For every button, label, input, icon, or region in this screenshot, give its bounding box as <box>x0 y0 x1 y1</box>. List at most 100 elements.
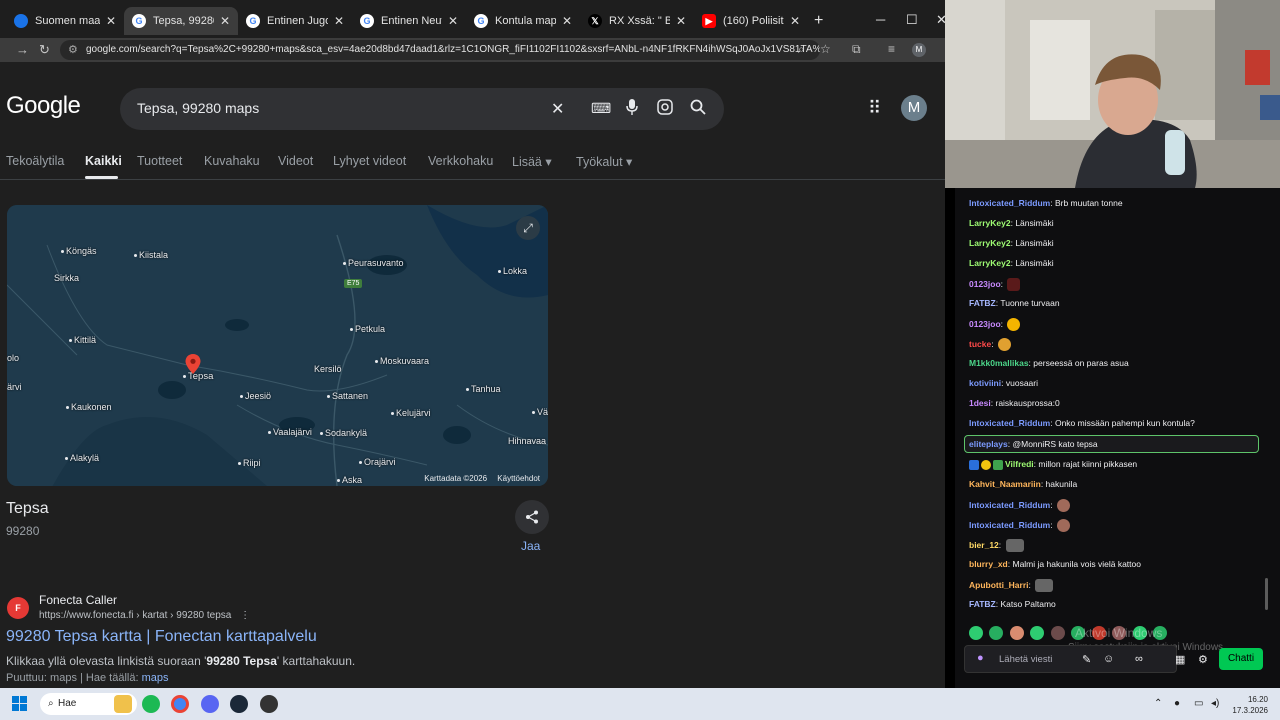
share-button[interactable] <box>515 500 549 534</box>
emote-icon[interactable] <box>969 625 983 640</box>
discord-icon[interactable] <box>201 695 219 713</box>
close-tab-icon[interactable]: ✕ <box>106 14 116 28</box>
close-tab-icon[interactable]: ✕ <box>334 14 344 28</box>
obs-icon[interactable] <box>260 695 278 713</box>
chat-username[interactable]: Vilfredi <box>1005 459 1034 469</box>
lens-icon[interactable] <box>657 99 673 120</box>
minimize-icon[interactable]: ─ <box>876 12 885 27</box>
chat-username[interactable]: Kahvit_Naamariin <box>969 479 1041 489</box>
bookmark-star-icon[interactable]: ☆ <box>820 42 831 56</box>
chat-username[interactable]: Intoxicated_Riddum <box>969 198 1050 208</box>
result-url[interactable]: https://www.fonecta.fi › kartat › 99280 … <box>39 610 250 621</box>
microphone-icon[interactable]: ● <box>977 652 984 664</box>
media-icon[interactable]: ≡ <box>888 42 895 56</box>
search-input[interactable]: Tepsa, 99280 maps <box>137 100 259 116</box>
chat-username[interactable]: Intoxicated_Riddum <box>969 500 1050 510</box>
maximize-icon[interactable]: ☐ <box>906 12 918 28</box>
map-pin-icon[interactable] <box>185 354 201 374</box>
emote-icon[interactable] <box>1009 625 1024 640</box>
chat-username[interactable]: LarryKey2 <box>969 258 1011 268</box>
extensions-icon[interactable]: ⧉ <box>852 42 861 57</box>
map-widget[interactable]: Köngäs Kiistala Peurasuvanto Lokka Sirkk… <box>7 205 548 486</box>
tab-all[interactable]: Kaikki <box>85 154 122 168</box>
bits-icon[interactable]: ∞ <box>1135 653 1143 665</box>
windows-start-icon[interactable] <box>12 696 28 712</box>
map-terms-link[interactable]: Käyttöehdot <box>497 474 540 483</box>
browser-tab[interactable]: Suomen maahanmu ✕ <box>6 7 124 35</box>
steam-icon[interactable] <box>230 695 248 713</box>
zoom-icon[interactable]: ⌕ <box>798 42 805 57</box>
volume-icon[interactable]: ◂) <box>1211 698 1219 709</box>
result-title-link[interactable]: 99280 Tepsa kartta | Fonectan karttapalv… <box>6 628 317 646</box>
keyboard-icon[interactable]: ⌨ <box>591 100 611 117</box>
browser-tab[interactable]: G Kontula maps - Go ✕ <box>466 7 580 35</box>
settings-gear-icon[interactable]: ⚙ <box>1198 653 1208 666</box>
search-box[interactable]: Tepsa, 99280 maps ✕ ⌨ <box>120 88 724 130</box>
browser-tab[interactable]: G Entinen Jugoslavia ✕ <box>238 7 352 35</box>
system-clock[interactable]: 16.20 17.3.2026 <box>1230 694 1268 716</box>
tray-chevron-icon[interactable]: ⌃ <box>1154 698 1162 709</box>
more-vert-icon[interactable]: ⋮ <box>240 610 250 621</box>
share-label[interactable]: Jaa <box>521 539 540 553</box>
expand-map-icon[interactable]: ⤢ <box>516 216 540 240</box>
emote-icon[interactable] <box>1050 625 1065 640</box>
tray-mic-icon[interactable]: ● <box>1174 698 1180 709</box>
chat-scrollbar[interactable] <box>1265 578 1268 610</box>
browser-tab-active[interactable]: G Tepsa, 99280 map ✕ <box>124 7 238 35</box>
search-instead-link[interactable]: maps <box>142 672 169 684</box>
spotify-icon[interactable] <box>142 695 160 713</box>
chat-username[interactable]: tucke <box>969 339 991 349</box>
new-tab-button[interactable]: + <box>814 12 823 30</box>
search-icon[interactable] <box>690 99 706 120</box>
close-tab-icon[interactable]: ✕ <box>676 14 686 28</box>
browser-tab[interactable]: G Entinen Neuvostol ✕ <box>352 7 466 35</box>
emoji-icon[interactable]: ☺ <box>1103 653 1114 665</box>
close-tab-icon[interactable]: ✕ <box>790 14 800 28</box>
chrome-icon[interactable] <box>171 695 189 713</box>
chat-username[interactable]: 0123joo <box>969 319 1001 329</box>
chat-username[interactable]: LarryKey2 <box>969 238 1011 248</box>
emote-icon[interactable] <box>1030 625 1045 640</box>
tab-more[interactable]: Lisää ▾ <box>512 154 552 169</box>
chat-username[interactable]: eliteplays <box>969 439 1008 449</box>
tab-ai-mode[interactable]: Tekoälytila <box>6 154 64 168</box>
browser-tab[interactable]: 𝕏 RX Xssä: " BREA ✕ <box>580 7 694 35</box>
chat-username[interactable]: 0123joo <box>969 279 1001 289</box>
chat-username[interactable]: Apubotti_Harri <box>969 580 1029 590</box>
file-explorer-icon[interactable] <box>114 695 132 713</box>
forward-icon[interactable]: → <box>16 42 29 57</box>
chat-username[interactable]: Intoxicated_Riddum <box>969 520 1050 530</box>
close-tab-icon[interactable]: ✕ <box>448 14 458 28</box>
chat-username[interactable]: FATBZ <box>969 599 996 609</box>
tab-short-videos[interactable]: Lyhyet videot <box>333 154 406 168</box>
result-site-name[interactable]: Fonecta Caller <box>39 593 117 607</box>
chat-send-button[interactable]: Chatti <box>1219 648 1263 670</box>
chat-input-field[interactable]: ● Lähetä viesti <box>964 645 1177 673</box>
close-tab-icon[interactable]: ✕ <box>562 14 572 28</box>
microphone-icon[interactable] <box>626 99 638 120</box>
close-tab-icon[interactable]: ✕ <box>220 14 230 28</box>
chat-username[interactable]: FATBZ <box>969 298 996 308</box>
translate-icon[interactable]: ✎ <box>1082 653 1091 666</box>
chat-username[interactable]: LarryKey2 <box>969 218 1011 228</box>
reload-icon[interactable]: ↻ <box>39 42 50 58</box>
chat-username[interactable]: M1kk0mallikas <box>969 358 1029 368</box>
store-icon[interactable]: ▦ <box>1175 653 1185 666</box>
google-logo[interactable]: Google <box>6 92 81 120</box>
emote-icon[interactable] <box>989 625 1004 640</box>
chat-username[interactable]: bier_12 <box>969 540 999 550</box>
chat-username[interactable]: blurry_xd <box>969 559 1008 569</box>
chat-username[interactable]: 1desi <box>969 398 991 408</box>
site-info-icon[interactable]: ⚙ <box>68 40 78 60</box>
network-icon[interactable]: ▭ <box>1194 698 1203 709</box>
tab-web[interactable]: Verkkohaku <box>428 154 493 168</box>
url-field[interactable]: ⚙ google.com/search?q=Tepsa%2C+99280+map… <box>60 40 820 60</box>
close-window-icon[interactable]: ✕ <box>936 12 945 28</box>
tab-tools[interactable]: Työkalut ▾ <box>576 154 632 169</box>
tab-videos[interactable]: Videot <box>278 154 313 168</box>
tab-images[interactable]: Kuvahaku <box>204 154 260 168</box>
browser-tab[interactable]: ▶ (160) Poliisit - Rom ✕ <box>694 7 808 35</box>
apps-grid-icon[interactable]: ⠿ <box>868 98 881 119</box>
clear-icon[interactable]: ✕ <box>551 99 564 119</box>
account-avatar[interactable]: M <box>901 95 927 121</box>
